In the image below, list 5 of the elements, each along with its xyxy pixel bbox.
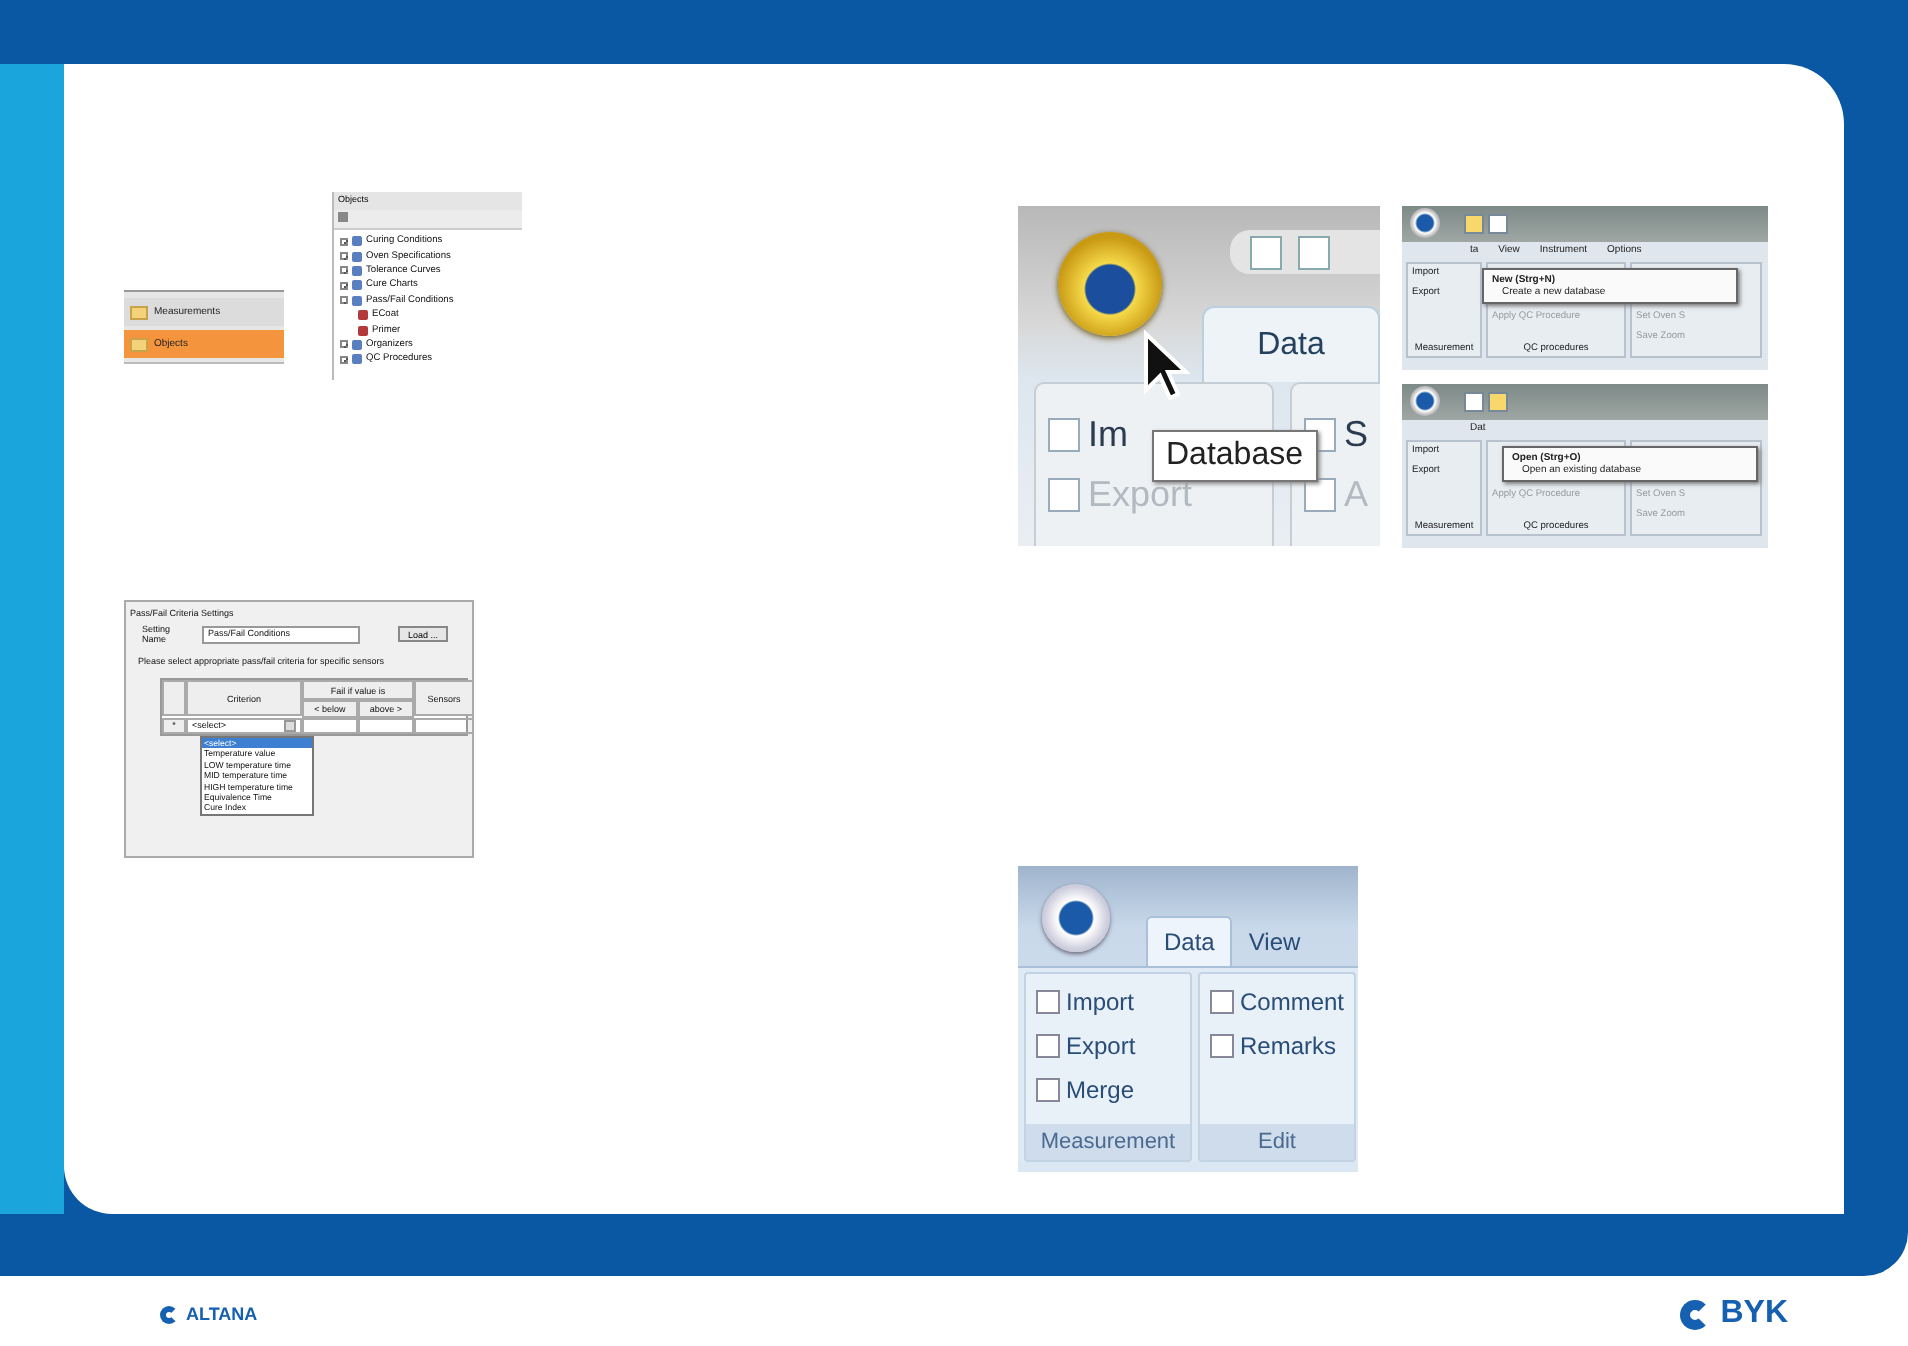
group-label: Measurement bbox=[1026, 1124, 1190, 1160]
logo-text: BYK bbox=[1720, 1296, 1788, 1332]
tooltip: Database bbox=[1152, 430, 1317, 482]
group-label: Edit bbox=[1200, 1124, 1355, 1160]
logo-text: ALTANA bbox=[186, 1304, 258, 1324]
